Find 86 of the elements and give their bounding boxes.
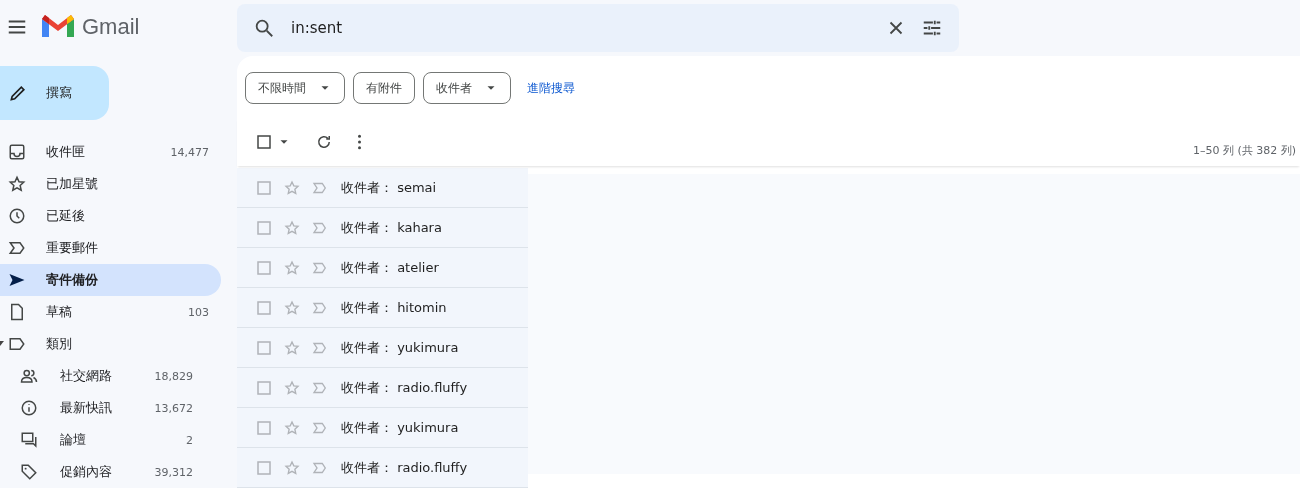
info-icon	[20, 399, 38, 417]
recipient-text: 收件者： radio.fluffy	[341, 458, 468, 477]
sidebar-label: 最新快訊	[60, 399, 113, 417]
sidebar-label: 已加星號	[46, 175, 99, 193]
file-icon	[8, 303, 26, 321]
message-row[interactable]: 收件者： semai	[237, 168, 528, 208]
sidebar-label: 寄件備份	[46, 271, 99, 289]
star-icon[interactable]	[283, 338, 301, 357]
row-checkbox[interactable]	[255, 458, 273, 477]
recipient-text: 收件者： semai	[341, 178, 437, 197]
row-checkbox[interactable]	[255, 178, 273, 197]
sidebar-label: 已延後	[46, 207, 86, 225]
gmail-logo-icon	[42, 15, 74, 39]
sidebar-item[interactable]: 類別	[0, 328, 221, 360]
recipient-text: 收件者： atelier	[341, 258, 439, 277]
row-checkbox[interactable]	[255, 418, 273, 437]
recipient-text: 收件者： yukimura	[341, 418, 459, 437]
unread-count: 103	[188, 305, 210, 319]
message-row[interactable]: 收件者： radio.fluffy	[237, 368, 528, 408]
sidebar-label: 草稿	[46, 303, 73, 321]
people-icon	[20, 367, 38, 385]
star-icon[interactable]	[283, 378, 301, 397]
sidebar-item[interactable]: 收件匣 14,477	[0, 136, 221, 168]
sidebar-item[interactable]: 寄件備份	[0, 264, 221, 296]
star-icon[interactable]	[283, 458, 301, 477]
pagination-text: 1–50 列 (共 382 列)	[1192, 143, 1296, 158]
sidebar-item[interactable]: 最新快訊 13,672	[0, 392, 205, 424]
message-row[interactable]: 收件者： atelier	[237, 248, 528, 288]
refresh-icon	[315, 133, 333, 151]
unread-count: 39,312	[154, 465, 194, 479]
important-marker-icon	[8, 239, 26, 257]
sidebar-item[interactable]: 重要郵件	[0, 232, 221, 264]
filter-chip[interactable]: 有附件	[353, 72, 415, 104]
recipient-text: 收件者： radio.fluffy	[341, 378, 468, 397]
row-checkbox[interactable]	[255, 218, 273, 237]
unread-count: 18,829	[154, 369, 194, 383]
star-icon[interactable]	[283, 178, 301, 197]
send-icon	[8, 271, 26, 289]
unread-count: 13,672	[154, 401, 194, 415]
message-row[interactable]: 收件者： hitomin	[237, 288, 528, 328]
search-bar[interactable]: in:sent	[237, 4, 959, 52]
recipient-text: 收件者： yukimura	[341, 338, 459, 357]
row-checkbox[interactable]	[255, 298, 273, 317]
recipient-text: 收件者： kahara	[341, 218, 442, 237]
unread-count: 14,477	[170, 145, 210, 159]
star-icon[interactable]	[283, 258, 301, 277]
sidebar-label: 促銷內容	[60, 463, 113, 481]
recipient-text: 收件者： hitomin	[341, 298, 447, 317]
message-row[interactable]: 收件者： yukimura	[237, 408, 528, 448]
sidebar-label: 重要郵件	[46, 239, 99, 257]
pencil-icon	[8, 83, 28, 103]
sidebar-item[interactable]: 論壇 2	[0, 424, 205, 456]
label-icon	[8, 335, 26, 353]
advanced-search-link[interactable]: 進階搜尋	[527, 79, 575, 97]
row-checkbox[interactable]	[255, 378, 273, 397]
row-checkbox[interactable]	[255, 338, 273, 357]
more-icon	[357, 133, 362, 151]
sidebar-label: 社交網路	[60, 367, 113, 385]
sidebar-item[interactable]: 社交網路 18,829	[0, 360, 205, 392]
app-name: Gmail	[82, 14, 140, 40]
unread-count: 2	[186, 433, 194, 447]
sidebar-label: 收件匣	[46, 143, 86, 161]
star-icon[interactable]	[283, 218, 301, 237]
star-icon	[8, 175, 26, 193]
tag-icon	[20, 463, 38, 481]
star-icon[interactable]	[283, 418, 301, 437]
sidebar-item[interactable]: 促銷內容 39,312	[0, 456, 205, 488]
sidebar-label: 論壇	[60, 431, 87, 449]
filter-chip[interactable]: 收件者	[423, 72, 511, 104]
sidebar-label: 類別	[46, 335, 73, 353]
filter-chip[interactable]: 不限時間	[245, 72, 345, 104]
sidebar-item[interactable]: 已加星號	[0, 168, 221, 200]
select-checkbox[interactable]	[255, 133, 273, 151]
search-input[interactable]: in:sent	[289, 18, 871, 38]
compose-button[interactable]: 撰寫	[0, 65, 109, 120]
sidebar-item[interactable]: 已延後	[0, 200, 221, 232]
message-row[interactable]: 收件者： yukimura	[237, 328, 528, 368]
message-row[interactable]: 收件者： radio.fluffy	[237, 448, 528, 488]
message-row[interactable]: 收件者： kahara	[237, 208, 528, 248]
inbox-icon	[8, 143, 26, 161]
row-checkbox[interactable]	[255, 258, 273, 277]
search-icon	[253, 17, 275, 39]
star-icon[interactable]	[283, 298, 301, 317]
forum-icon	[20, 431, 38, 449]
clock-icon	[8, 207, 26, 225]
sidebar-item[interactable]: 草稿 103	[0, 296, 221, 328]
